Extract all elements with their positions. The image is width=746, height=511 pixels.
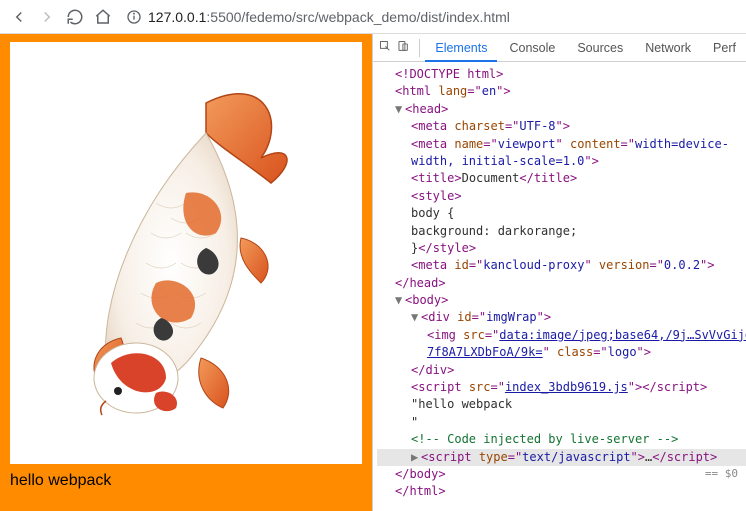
dom-text[interactable]: body {	[377, 205, 746, 222]
home-button[interactable]	[94, 8, 112, 26]
dom-comment[interactable]: <!-- Code injected by live-server -->	[377, 431, 746, 448]
dom-node[interactable]: </head>	[377, 275, 746, 292]
tab-performance[interactable]: Perf	[703, 34, 746, 62]
dom-tree[interactable]: <!DOCTYPE html> <html lang="en"> ▼<head>…	[373, 62, 746, 511]
dom-node[interactable]: <img src="data:image/jpeg;base64,/9j…SvV…	[377, 327, 746, 344]
browser-toolbar: 127.0.0.1:5500/fedemo/src/webpack_demo/d…	[0, 0, 746, 34]
url-text: 127.0.0.1:5500/fedemo/src/webpack_demo/d…	[148, 9, 510, 25]
dom-text[interactable]: "hello webpack	[377, 396, 746, 413]
reload-button[interactable]	[66, 8, 84, 26]
dom-text[interactable]: "	[377, 414, 746, 431]
back-button[interactable]	[10, 8, 28, 26]
dom-text[interactable]: background: darkorange;	[377, 223, 746, 240]
hello-text: hello webpack	[10, 472, 362, 490]
dom-node[interactable]: ▼<div id="imgWrap">	[377, 309, 746, 326]
tab-network[interactable]: Network	[635, 34, 701, 62]
dom-node[interactable]: ▼<body>	[377, 292, 746, 309]
tab-console[interactable]: Console	[499, 34, 565, 62]
tab-elements[interactable]: Elements	[425, 34, 497, 62]
dom-node[interactable]: </body>	[377, 466, 746, 483]
devtools-tabbar: Elements Console Sources Network Perf	[373, 34, 746, 62]
dom-node[interactable]: <title>Document</title>	[377, 170, 746, 187]
inspect-icon[interactable]	[379, 40, 391, 56]
forward-button	[38, 8, 56, 26]
tab-sources[interactable]: Sources	[567, 34, 633, 62]
dom-node[interactable]: width, initial-scale=1.0">	[377, 153, 746, 170]
dom-node[interactable]: ▼<head>	[377, 101, 746, 118]
site-info-icon[interactable]	[126, 9, 142, 25]
dom-node[interactable]: <style>	[377, 188, 746, 205]
device-toggle-icon[interactable]	[397, 40, 409, 56]
page-viewport: hello webpack	[0, 34, 372, 511]
dom-node[interactable]: <html lang="en">	[377, 83, 746, 100]
dom-node[interactable]: <!DOCTYPE html>	[377, 66, 746, 83]
dom-node[interactable]: <script src="index_3bdb9619.js"></script…	[377, 379, 746, 396]
dom-node[interactable]: }</style>	[377, 240, 746, 257]
dom-node[interactable]: <meta name="viewport" content="width=dev…	[377, 136, 746, 153]
dom-node[interactable]: <meta id="kancloud-proxy" version="0.0.2…	[377, 257, 746, 274]
dom-node[interactable]: </div>	[377, 362, 746, 379]
address-bar[interactable]: 127.0.0.1:5500/fedemo/src/webpack_demo/d…	[122, 9, 736, 25]
koi-image	[36, 63, 336, 443]
dom-node[interactable]: 7f8A7LXDbFoA/9k=" class="logo">	[377, 344, 746, 361]
dom-node-selected[interactable]: ▶<script type="text/javascript">…</scrip…	[377, 449, 746, 466]
img-wrap	[10, 42, 362, 464]
dom-node[interactable]: </html>	[377, 483, 746, 500]
devtools-panel: Elements Console Sources Network Perf <!…	[372, 34, 746, 511]
dom-node[interactable]: <meta charset="UTF-8">	[377, 118, 746, 135]
